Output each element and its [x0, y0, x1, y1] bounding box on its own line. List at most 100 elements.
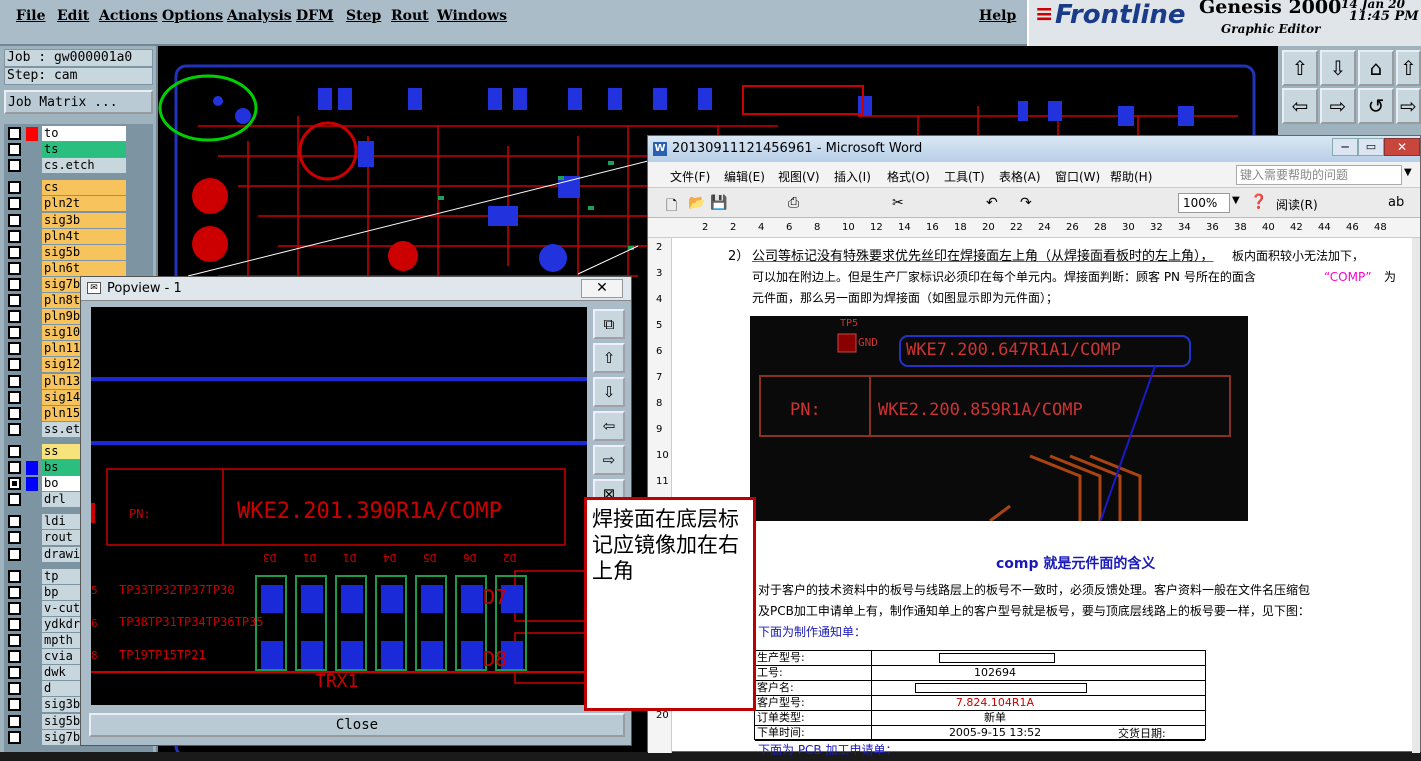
layer-checkbox[interactable]	[8, 730, 21, 744]
read-mode-button[interactable]: 阅读(R)	[1276, 196, 1318, 213]
redo-icon[interactable]: ↷	[1020, 195, 1032, 211]
layer-name[interactable]: cs.etch	[42, 158, 126, 174]
maximize-icon[interactable]: ▭	[1358, 138, 1384, 156]
layer-checkbox[interactable]	[8, 444, 21, 458]
layer-checkbox[interactable]	[8, 617, 21, 631]
layer-name[interactable]: to	[42, 126, 126, 141]
layer-checkbox[interactable]	[8, 601, 21, 615]
vertical-scrollbar[interactable]	[1412, 238, 1420, 753]
word-menu-tools[interactable]: 工具(T)	[944, 168, 985, 185]
word-menu-insert[interactable]: 插入(I)	[834, 168, 871, 185]
layer-checkbox[interactable]	[8, 390, 21, 404]
layer-row[interactable]: pln6t	[4, 260, 153, 276]
undo-icon[interactable]: ↶	[986, 195, 998, 211]
help-icon[interactable]: ❓	[1250, 194, 1267, 210]
layer-row[interactable]: ts	[4, 142, 153, 158]
layer-name[interactable]: pln2t	[42, 196, 126, 212]
save-icon[interactable]: 💾	[710, 195, 727, 211]
layer-color-swatch[interactable]	[26, 126, 38, 141]
layer-checkbox[interactable]	[8, 531, 21, 545]
left-icon[interactable]: ⇦	[1282, 88, 1318, 124]
horizontal-ruler[interactable]: 2 2 4 6 8 10 12 14 16 18 20 22 24 26 28 30 32 34 36 38 40 42 4…	[648, 218, 1420, 238]
layer-checkbox[interactable]	[8, 127, 21, 140]
layer-checkbox[interactable]	[8, 261, 21, 275]
close-icon[interactable]: ✕	[1384, 138, 1420, 156]
rotate-icon[interactable]: ↺	[1358, 88, 1394, 124]
house-icon[interactable]: ⌂	[1358, 50, 1394, 86]
menu-options[interactable]: Options	[162, 8, 223, 24]
layer-checkbox[interactable]	[8, 277, 21, 291]
down-icon[interactable]: ⇩	[593, 377, 625, 407]
layer-row[interactable]: pln4t	[4, 228, 153, 244]
layer-row[interactable]: cs.etch	[4, 158, 153, 174]
layer-checkbox[interactable]	[8, 547, 21, 561]
menu-actions[interactable]: Actions	[99, 8, 158, 24]
layer-color-swatch[interactable]	[26, 476, 38, 491]
word-menu-window[interactable]: 窗口(W)	[1055, 168, 1100, 185]
word-titlebar[interactable]: W 20130911121456961 - Microsoft Word ─ ▭…	[648, 136, 1420, 162]
open-icon[interactable]: 📂	[688, 195, 705, 211]
menu-step[interactable]: Step	[346, 8, 381, 24]
up-icon[interactable]: ⇧	[593, 343, 625, 373]
layer-name[interactable]: pln4t	[42, 228, 126, 244]
layer-checkbox[interactable]	[8, 294, 21, 307]
menu-dfm[interactable]: DFM	[296, 8, 334, 24]
layer-checkbox[interactable]	[8, 159, 21, 173]
fit-icon[interactable]: ⧉	[593, 309, 625, 339]
layer-checkbox[interactable]	[8, 143, 21, 157]
layer-name[interactable]: cs	[42, 180, 126, 196]
layer-checkbox[interactable]	[8, 515, 21, 529]
menu-file[interactable]: File	[16, 8, 45, 24]
layer-checkbox[interactable]	[8, 493, 21, 507]
layer-checkbox[interactable]	[8, 358, 21, 372]
layer-checkbox[interactable]	[8, 666, 21, 680]
layer-checkbox[interactable]	[8, 422, 21, 436]
popview-canvas[interactable]: PN: WKE2.201.390R1A/COMP D3 D1 D1 D4 D5 D6 D2 …	[91, 307, 606, 705]
layer-checkbox[interactable]	[8, 229, 21, 243]
layer-name[interactable]: sig3b	[42, 212, 126, 228]
layer-name[interactable]: sig5b	[42, 244, 126, 260]
word-menu-file[interactable]: 文件(F)	[670, 168, 710, 185]
word-menu-view[interactable]: 视图(V)	[778, 168, 820, 185]
right-icon[interactable]: ⇨	[593, 445, 625, 475]
layer-checkbox[interactable]	[8, 310, 21, 324]
layer-checkbox[interactable]	[8, 181, 21, 195]
spelling-icon[interactable]: ab	[1388, 195, 1404, 210]
layer-checkbox[interactable]	[8, 477, 21, 491]
chevron-down-icon[interactable]: ▼	[1404, 167, 1412, 178]
layer-checkbox[interactable]	[8, 698, 21, 712]
menu-rout[interactable]: Rout	[391, 8, 429, 24]
layer-row[interactable]: sig5b	[4, 244, 153, 260]
menu-windows[interactable]: Windows	[437, 8, 507, 24]
close-button[interactable]: Close	[89, 713, 625, 737]
new-icon[interactable]: 🗋	[666, 195, 677, 219]
left-icon[interactable]: ⇦	[593, 411, 625, 441]
layer-checkbox[interactable]	[8, 650, 21, 664]
zoom-select[interactable]: 100%	[1178, 193, 1230, 213]
down-icon[interactable]: ⇩	[1320, 50, 1356, 86]
layer-checkbox[interactable]	[8, 213, 21, 227]
cut-icon[interactable]: ✂	[892, 195, 904, 211]
menu-help[interactable]: Help	[979, 8, 1016, 24]
layer-checkbox[interactable]	[8, 634, 21, 647]
help-search-input[interactable]: 键入需要帮助的问题	[1236, 165, 1402, 185]
word-menu-table[interactable]: 表格(A)	[999, 168, 1041, 185]
minimize-icon[interactable]: ─	[1332, 138, 1358, 156]
menu-edit[interactable]: Edit	[57, 8, 89, 24]
layer-row[interactable]: to	[4, 126, 153, 141]
layer-row[interactable]: sig3b	[4, 212, 153, 228]
menu-analysis[interactable]: Analysis	[227, 8, 292, 24]
layer-name[interactable]: pln6t	[42, 260, 126, 276]
job-matrix-button[interactable]: Job Matrix ...	[4, 90, 153, 114]
right-icon[interactable]: ⇨	[1320, 88, 1356, 124]
layer-checkbox[interactable]	[8, 406, 21, 420]
word-menu-edit[interactable]: 编辑(E)	[724, 168, 765, 185]
layer-checkbox[interactable]	[8, 461, 21, 474]
print-icon[interactable]: ⎙	[788, 195, 799, 211]
layer-checkbox[interactable]	[8, 342, 21, 356]
layer-checkbox[interactable]	[8, 569, 21, 583]
layer-name[interactable]: ts	[42, 142, 126, 158]
close-icon[interactable]: ✕	[581, 279, 623, 298]
layer-row[interactable]: cs	[4, 180, 153, 196]
fit-icon[interactable]: ⇨	[1396, 88, 1421, 124]
